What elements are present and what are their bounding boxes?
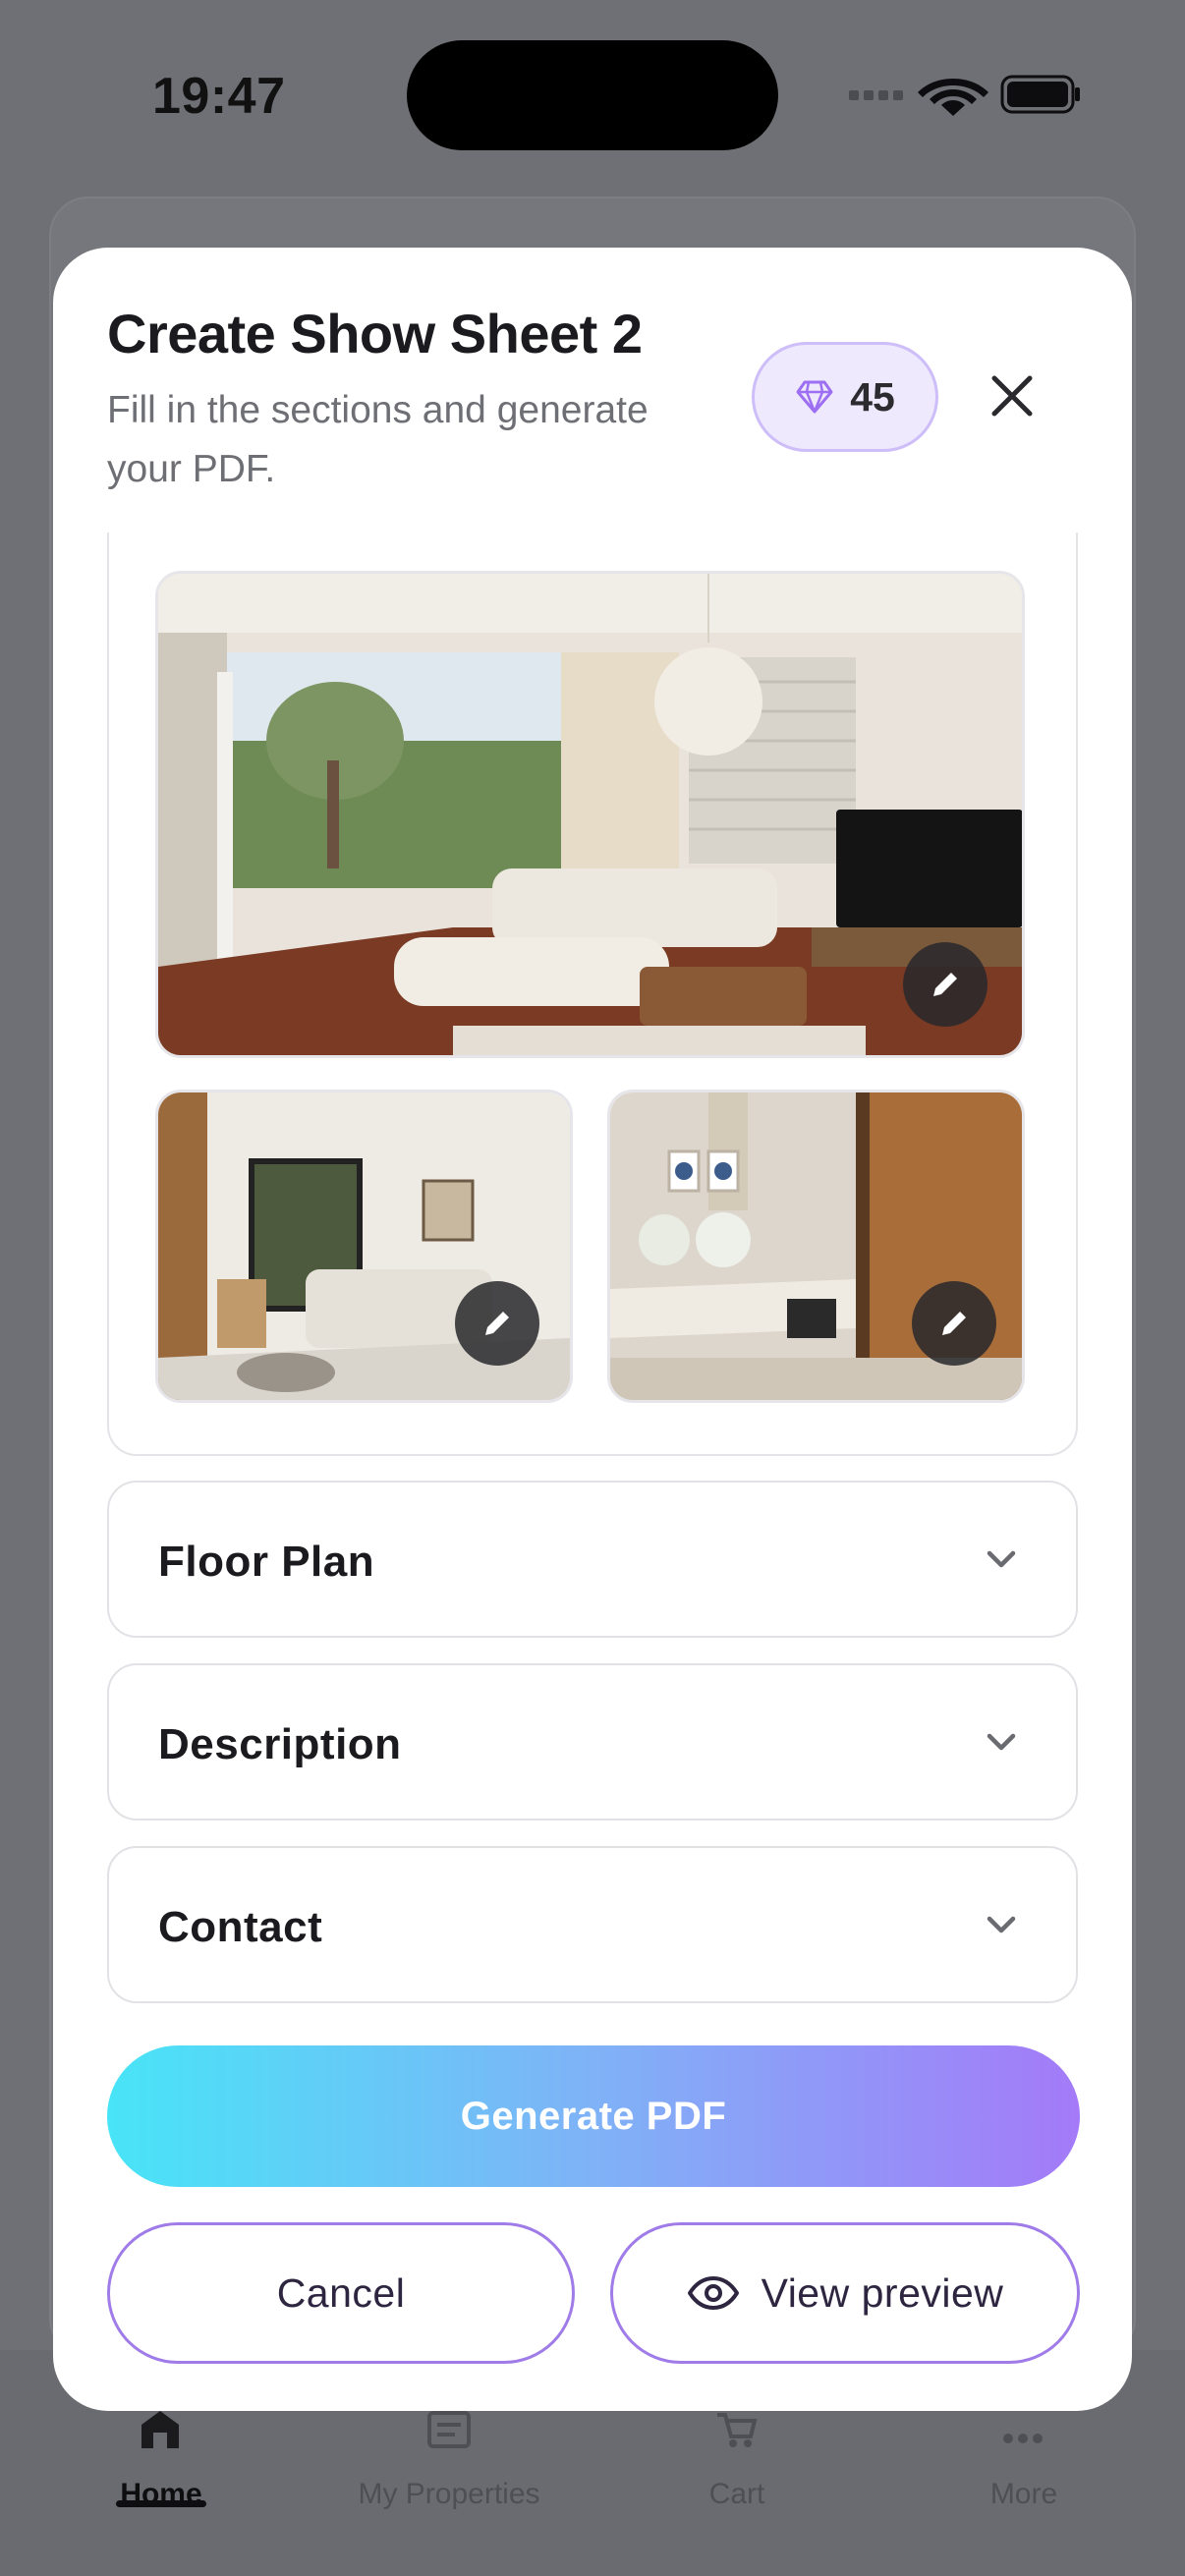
tab-more[interactable]: More: [896, 2478, 1152, 2511]
section-label: Contact: [158, 1903, 323, 1951]
tab-active-indicator: [116, 2500, 206, 2507]
generate-pdf-label: Generate PDF: [460, 2094, 727, 2138]
diamond-icon: [796, 380, 833, 414]
view-preview-label: View preview: [761, 2269, 1004, 2316]
status-time: 19:47: [152, 68, 286, 125]
document-icon: [427, 2411, 471, 2448]
living-room-image: [158, 574, 1022, 1055]
section-description[interactable]: Description: [107, 1663, 1078, 1820]
living-room-photo[interactable]: [155, 571, 1025, 1058]
lounge-photo[interactable]: [155, 1090, 573, 1403]
edit-photo-button[interactable]: [912, 1281, 996, 1366]
tab-my-properties[interactable]: My Properties: [321, 2478, 577, 2511]
status-bar: 19:47: [0, 0, 1185, 196]
status-icons: [849, 75, 1080, 116]
battery-icon: [1000, 75, 1080, 114]
pencil-icon: [942, 1312, 966, 1335]
credits-count: 45: [850, 373, 895, 420]
bathroom-photo[interactable]: [607, 1090, 1025, 1403]
chevron-down-icon: [987, 1733, 1016, 1751]
wifi-icon: [918, 79, 988, 116]
chevron-down-icon: [987, 1916, 1016, 1933]
eye-icon: [687, 2276, 739, 2310]
chevron-down-icon: [987, 1550, 1016, 1568]
cellular-signal-icon: [849, 90, 903, 100]
cart-icon: [717, 2413, 758, 2447]
modal-subtitle: Fill in the sections and generate your P…: [107, 389, 649, 490]
generate-pdf-button[interactable]: Generate PDF: [107, 2045, 1080, 2187]
edit-photo-button[interactable]: [455, 1281, 539, 1366]
pencil-icon: [485, 1312, 509, 1335]
more-icon: [1003, 2434, 1043, 2443]
cancel-label: Cancel: [276, 2269, 406, 2316]
close-icon: [991, 375, 1033, 417]
section-label: Description: [158, 1720, 402, 1768]
pencil-icon: [933, 973, 957, 996]
view-preview-button[interactable]: View preview: [610, 2222, 1080, 2364]
close-button[interactable]: [977, 361, 1047, 431]
edit-photo-button[interactable]: [903, 942, 988, 1027]
section-floor-plan[interactable]: Floor Plan: [107, 1481, 1078, 1638]
section-contact[interactable]: Contact: [107, 1846, 1078, 2003]
home-icon: [141, 2411, 179, 2448]
section-label: Floor Plan: [158, 1538, 375, 1586]
modal-title: Create Show Sheet 2: [107, 303, 643, 364]
cancel-button[interactable]: Cancel: [107, 2222, 575, 2364]
tab-cart[interactable]: Cart: [609, 2478, 865, 2511]
credits-badge[interactable]: 45: [752, 342, 938, 452]
create-show-sheet-modal: Create Show Sheet 2 Fill in the sections…: [53, 248, 1132, 2411]
dynamic-island: [407, 40, 778, 150]
